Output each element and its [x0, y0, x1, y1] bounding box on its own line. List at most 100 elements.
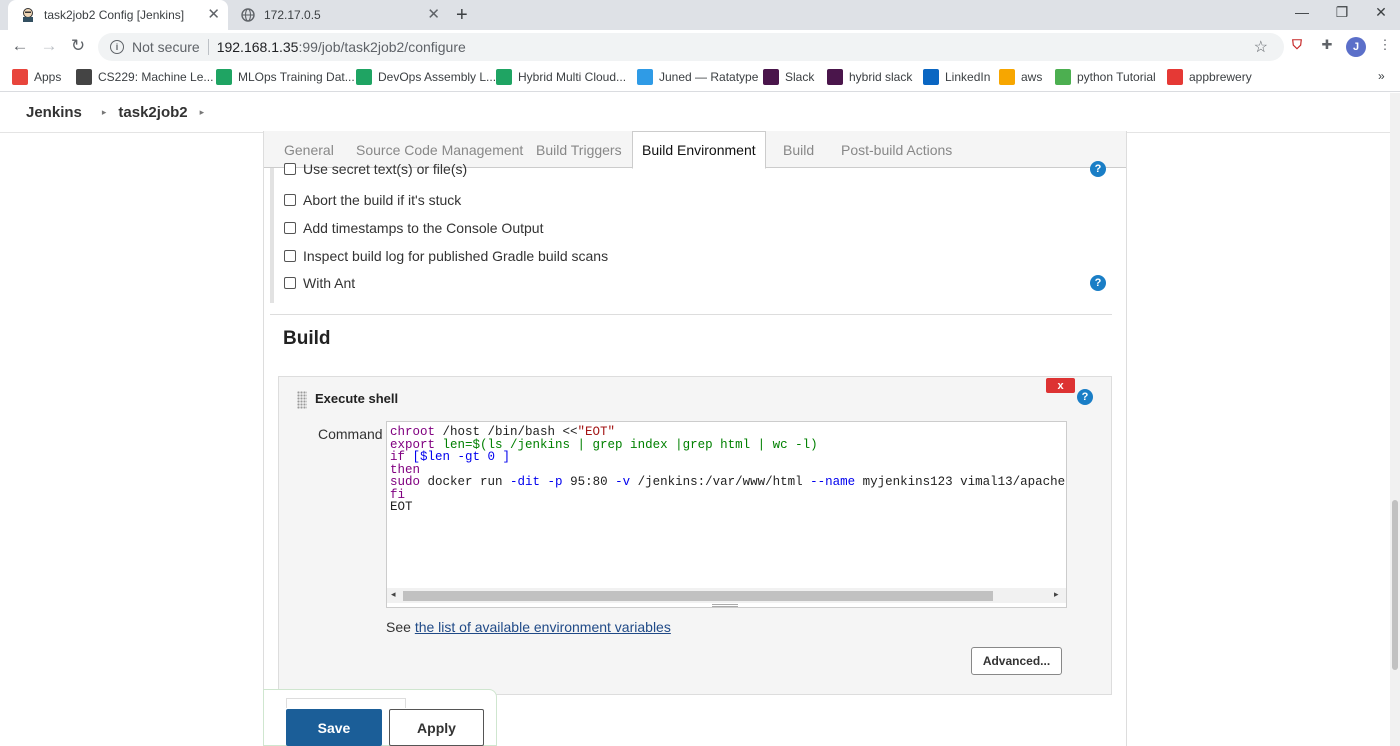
address-host: 192.168.1.35: [216, 39, 299, 55]
aws-icon: [999, 69, 1015, 85]
menu-kebab-icon[interactable]: ⋮: [1376, 36, 1394, 54]
bookmark-star-icon[interactable]: ☆: [1254, 37, 1268, 57]
editor-scrollbar-thumb[interactable]: [403, 591, 993, 601]
breadcrumb-job[interactable]: task2job2: [118, 104, 187, 121]
bookmark-devops-assembly-l[interactable]: DevOps Assembly L...: [356, 69, 496, 85]
add-build-step-stub[interactable]: [286, 698, 406, 708]
bookmark-appbrewery[interactable]: appbrewery: [1167, 69, 1252, 85]
tab-title: 172.17.0.5: [264, 8, 321, 22]
delete-step-button[interactable]: x: [1046, 378, 1075, 393]
env-option-gradle[interactable]: Inspect build log for published Gradle b…: [284, 248, 608, 264]
jenkins-breadcrumb-bar: Jenkins ▸ task2job2 ▸: [0, 93, 1390, 133]
minimize-icon[interactable]: —: [1287, 4, 1317, 20]
option-label: Inspect build log for published Gradle b…: [303, 248, 609, 264]
bookmark-label: MLOps Training Dat...: [238, 70, 355, 84]
bookmark-apps[interactable]: Apps: [12, 69, 61, 85]
close-tab-icon[interactable]: ✕: [207, 7, 220, 22]
back-arrow-icon[interactable]: ←: [9, 36, 31, 56]
bookmarks-overflow-icon[interactable]: »: [1378, 69, 1385, 83]
breadcrumb-jenkins[interactable]: Jenkins: [26, 104, 82, 121]
option-label: With Ant: [303, 275, 356, 291]
editor-horizontal-scrollbar[interactable]: ◂ ▸: [387, 588, 1066, 603]
bookmark-label: Slack: [785, 70, 815, 84]
w3schools-icon: [1055, 69, 1071, 85]
bookmark-slack[interactable]: Slack: [763, 69, 814, 85]
security-status: Not secure: [132, 39, 200, 55]
maximize-icon[interactable]: ❐: [1327, 4, 1357, 21]
scroll-right-icon[interactable]: ▸: [1054, 589, 1059, 600]
scroll-left-icon[interactable]: ◂: [391, 589, 396, 600]
bookmark-aws[interactable]: aws: [999, 69, 1042, 85]
section-divider: [270, 314, 1112, 315]
address-bar[interactable]: i Not secure 192.168.1.35:99/job/task2jo…: [98, 33, 1284, 61]
google-drive-icon: [216, 69, 232, 85]
close-window-icon[interactable]: ✕: [1366, 4, 1396, 21]
close-tab-icon[interactable]: ✕: [427, 7, 440, 22]
env-vars-hint: See the list of available environment va…: [386, 619, 671, 635]
bookmark-hybrid-multi-cloud[interactable]: Hybrid Multi Cloud...: [496, 69, 626, 85]
browser-tab-strip: task2job2 Config [Jenkins] ✕ 172.17.0.5 …: [0, 0, 1400, 30]
option-label: Add timestamps to the Console Output: [303, 220, 544, 236]
bookmark-label: Juned — Ratatype: [659, 70, 759, 84]
browser-tab-ip[interactable]: 172.17.0.5 ✕: [228, 0, 448, 30]
checkbox[interactable]: [284, 163, 296, 175]
bookmark-label: CS229: Machine Le...: [98, 70, 214, 84]
apply-button[interactable]: Apply: [389, 709, 484, 746]
tab-build-triggers[interactable]: Build Triggers: [536, 131, 622, 168]
bookmark-label: hybrid slack: [849, 70, 913, 84]
env-option-timestamps[interactable]: Add timestamps to the Console Output: [284, 220, 543, 236]
extension-shield-icon[interactable]: ⛉: [1288, 36, 1306, 54]
tab-title: task2job2 Config [Jenkins]: [44, 8, 185, 22]
help-icon[interactable]: ?: [1090, 275, 1106, 291]
env-vars-link[interactable]: the list of available environment variab…: [415, 619, 671, 635]
bookmark-label: Apps: [34, 70, 62, 84]
execute-shell-step: Execute shell x ? Command chroot /host /…: [278, 376, 1112, 695]
bookmark-juned-ratatype[interactable]: Juned — Ratatype: [637, 69, 758, 85]
cs229-icon: [76, 69, 92, 85]
build-section-title: Build: [283, 328, 331, 349]
bookmarks-bar: Apps CS229: Machine Le... MLOps Training D…: [0, 64, 1400, 92]
command-code[interactable]: chroot /host /bin/bash <<"EOT" export le…: [390, 426, 1066, 514]
info-icon[interactable]: i: [110, 40, 124, 54]
editor-resize-grip[interactable]: [712, 604, 738, 607]
bookmark-label: aws: [1021, 70, 1043, 84]
checkbox[interactable]: [284, 222, 296, 234]
profile-avatar[interactable]: J: [1346, 37, 1366, 57]
apps-grid-icon: [12, 69, 28, 85]
checkbox[interactable]: [284, 194, 296, 206]
bookmark-cs229-machine-le[interactable]: CS229: Machine Le...: [76, 69, 213, 85]
env-option-abort[interactable]: Abort the build if it's stuck: [284, 192, 461, 208]
tab-post-build-actions[interactable]: Post-build Actions: [841, 131, 952, 168]
browser-toolbar: ← → ↻ i Not secure 192.168.1.35:99/job/t…: [0, 30, 1400, 64]
address-path: :99/job/task2job2/configure: [298, 39, 466, 55]
checkbox[interactable]: [284, 250, 296, 262]
breadcrumb-chevron-icon[interactable]: ▸: [102, 107, 107, 118]
command-editor[interactable]: chroot /host /bin/bash <<"EOT" export le…: [386, 421, 1067, 608]
section-indent-bar: [270, 168, 274, 303]
drag-handle-icon[interactable]: [297, 391, 307, 409]
google-drive-icon: [496, 69, 512, 85]
reload-icon[interactable]: ↻: [67, 36, 89, 56]
extensions-puzzle-icon[interactable]: ✚: [1318, 36, 1336, 54]
jenkins-icon: [20, 7, 36, 23]
breadcrumb-chevron-icon[interactable]: ▸: [200, 107, 205, 118]
tab-build[interactable]: Build: [783, 131, 814, 168]
config-panel: General Source Code Management Build Trigg…: [263, 131, 1127, 746]
bookmark-linkedin[interactable]: LinkedIn: [923, 69, 990, 85]
bookmark-mlops-training-dat[interactable]: MLOps Training Dat...: [216, 69, 355, 85]
page-scrollbar-thumb[interactable]: [1392, 500, 1398, 670]
bookmark-python-tutorial[interactable]: python Tutorial: [1055, 69, 1156, 85]
save-button[interactable]: Save: [286, 709, 382, 746]
checkbox[interactable]: [284, 277, 296, 289]
help-icon[interactable]: ?: [1077, 389, 1093, 405]
env-option-secret[interactable]: Use secret text(s) or file(s): [284, 161, 467, 177]
advanced-button[interactable]: Advanced...: [971, 647, 1062, 675]
new-tab-button[interactable]: +: [456, 4, 468, 27]
browser-tab-jenkins-config[interactable]: task2job2 Config [Jenkins] ✕: [8, 0, 228, 30]
forward-arrow-icon[interactable]: →: [38, 36, 60, 56]
env-option-ant[interactable]: With Ant: [284, 275, 355, 291]
help-icon[interactable]: ?: [1090, 161, 1106, 177]
bookmark-hybrid-slack[interactable]: hybrid slack: [827, 69, 912, 85]
ratatype-icon: [637, 69, 653, 85]
tab-build-environment[interactable]: Build Environment: [632, 131, 766, 169]
